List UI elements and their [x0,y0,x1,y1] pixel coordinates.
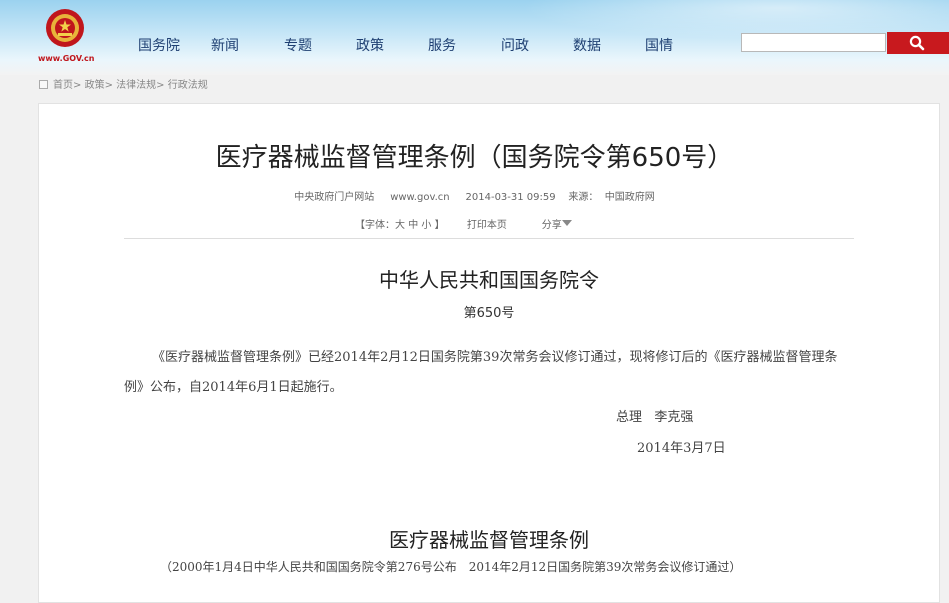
decree-date: 2014年3月7日 [637,441,726,456]
logo-text: www.GOV.cn [38,54,95,63]
decree-signature: 总理 李克强 [616,406,693,425]
breadcrumb-separator: > [73,80,82,91]
source-name: 中国政府网 [604,192,655,203]
article-tools: 【字体：大 中 小 】 打印本页 分享 [355,216,572,231]
site-logo[interactable]: www.GOV.cn [38,8,95,64]
publish-datetime: 2014-03-31 09:59 [465,192,556,203]
nav-item-inquiry[interactable]: 问政 [501,35,529,55]
search-button[interactable] [887,32,949,54]
font-size-medium[interactable]: 中 [408,220,418,231]
signer-title: 总理 [616,410,643,425]
site-url: www.gov.cn [390,192,450,203]
search-icon [909,35,925,51]
font-size-large[interactable]: 大 [395,220,405,231]
search-input[interactable] [741,33,886,52]
signer-name: 李克强 [654,410,694,425]
breadcrumb-policy[interactable]: 政策 [85,80,105,91]
font-size-small[interactable]: 小 [421,220,431,231]
nav-item-services[interactable]: 服务 [428,35,456,55]
regulation-title: 医疗器械监督管理条例 [389,528,589,552]
nav-item-news[interactable]: 新闻 [211,35,239,55]
divider [124,238,854,239]
nav-item-topics[interactable]: 专题 [284,35,312,55]
decree-number: 第650号 [463,306,515,321]
home-icon [39,80,48,89]
caret-down-icon [561,220,572,226]
breadcrumb-laws[interactable]: 法律法规 [116,80,156,91]
article-title: 医疗器械监督管理条例（国务院令第650号） [215,143,734,173]
regulation-note: （2000年1月4日中华人民共和国国务院令第276号公布 2014年2月12日国… [160,560,742,574]
share-label: 分享 [541,220,562,231]
article-meta: 中央政府门户网站 www.gov.cn 2014-03-31 09:59 来源：… [0,188,949,203]
nav-item-data[interactable]: 数据 [573,35,601,55]
breadcrumb-separator: > [104,80,113,91]
font-size-label: 【字体： [355,220,395,231]
breadcrumb-separator: > [156,80,165,91]
nav-item-state-council[interactable]: 国务院 [138,35,180,55]
breadcrumb-home[interactable]: 首页 [53,80,73,91]
share-button[interactable]: 分享 [542,220,572,231]
decree-body: 《医疗器械监督管理条例》已经2014年2月12日国务院第39次常务会议修订通过，… [124,350,838,395]
breadcrumb-admin-regulations[interactable]: 行政法规 [168,80,208,91]
print-link[interactable]: 打印本页 [467,220,507,231]
breadcrumb: 首页> 政策> 法律法规> 行政法规 [39,76,208,91]
nav-item-policy[interactable]: 政策 [356,35,384,55]
national-emblem-icon [46,9,84,47]
source-label: 来源： [568,192,599,203]
source-site: 中央政府门户网站 [294,192,375,203]
nav-item-national-info[interactable]: 国情 [645,35,673,55]
decree-title: 中华人民共和国国务院令 [379,268,599,292]
font-size-close: 】 [434,220,445,231]
